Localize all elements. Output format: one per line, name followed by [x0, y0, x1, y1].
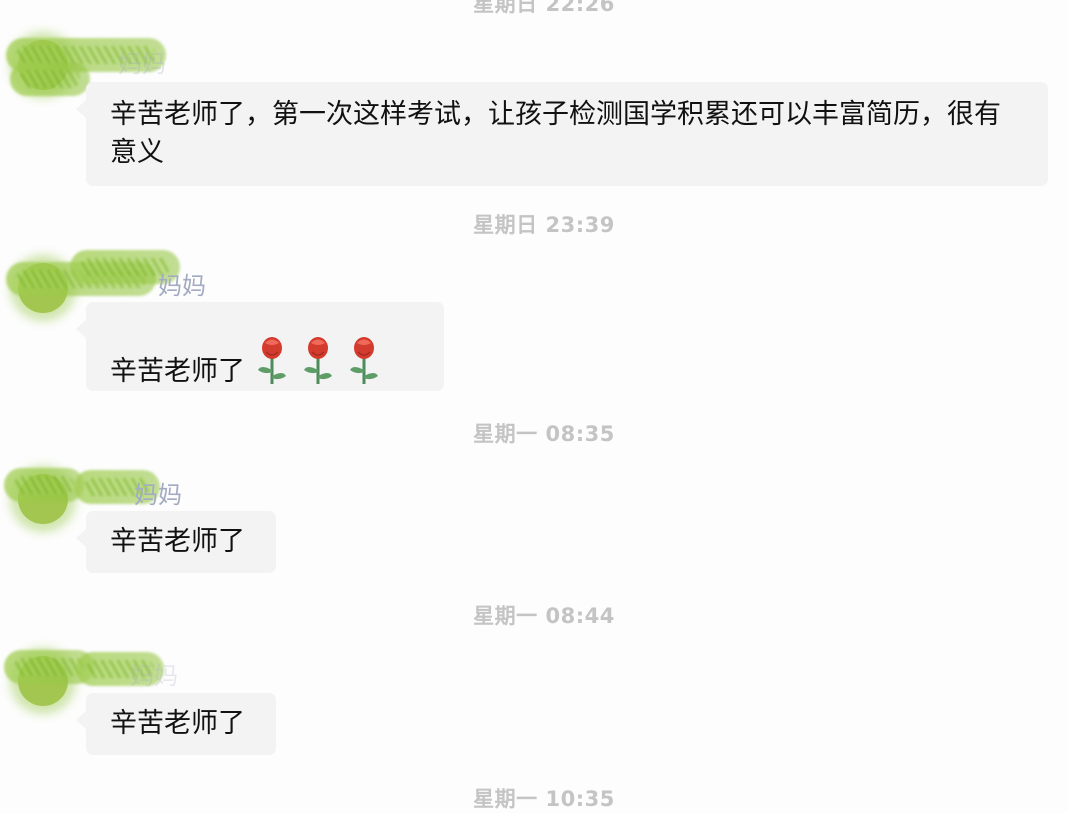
- rose-emoji-icon: [253, 334, 291, 397]
- message-bubble[interactable]: 辛苦老师了: [76, 302, 444, 391]
- message-text: 辛苦老师了，第一次这样考试，让孩子检测国学积累还可以丰富简历，很有意义: [110, 99, 1001, 168]
- sender-nickname: 妈妈: [134, 481, 182, 509]
- name-redaction: [4, 468, 84, 502]
- timestamp: 星期日 22:26: [473, 0, 615, 16]
- message-text: 辛苦老师了: [110, 708, 245, 739]
- sender-nickname: 妈妈: [130, 662, 178, 690]
- rose-emoji-icon: [345, 334, 383, 397]
- timestamp: 星期一 08:35: [473, 422, 615, 446]
- rose-emoji-icon: [299, 334, 337, 397]
- sender-nickname: 妈妈: [158, 272, 206, 300]
- message-text: 辛苦老师了: [110, 356, 245, 387]
- message-bubble[interactable]: 辛苦老师了，第一次这样考试，让孩子检测国学积累还可以丰富简历，很有意义: [76, 82, 1048, 186]
- message-bubble[interactable]: 辛苦老师了: [76, 511, 276, 573]
- timestamp: 星期一 10:35: [473, 787, 615, 811]
- timestamp: 星期日 23:39: [473, 213, 615, 237]
- message-bubble[interactable]: 辛苦老师了: [76, 693, 276, 755]
- timestamp: 星期一 08:44: [473, 604, 615, 628]
- message-text: 辛苦老师了: [110, 526, 245, 557]
- sender-nickname: 妈妈: [118, 50, 166, 78]
- name-redaction: [10, 62, 90, 96]
